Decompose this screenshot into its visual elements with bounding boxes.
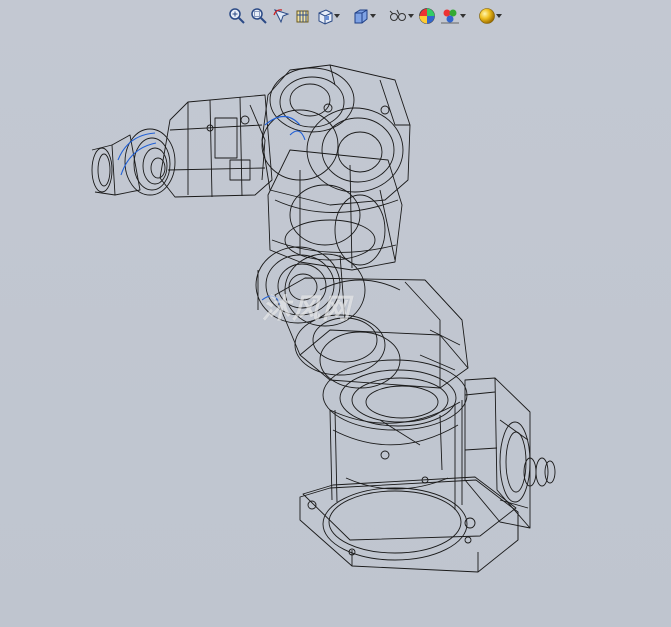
shoulder-housing xyxy=(261,64,411,206)
base-motor-housing xyxy=(464,377,556,529)
watermark-text: 沐风网 xyxy=(262,292,353,325)
forearm xyxy=(159,94,273,198)
base-plate xyxy=(299,476,519,573)
highlighted-edges xyxy=(117,115,306,306)
graphics-viewport[interactable]: 沐风网 xyxy=(0,0,671,627)
upper-arm xyxy=(267,149,403,271)
